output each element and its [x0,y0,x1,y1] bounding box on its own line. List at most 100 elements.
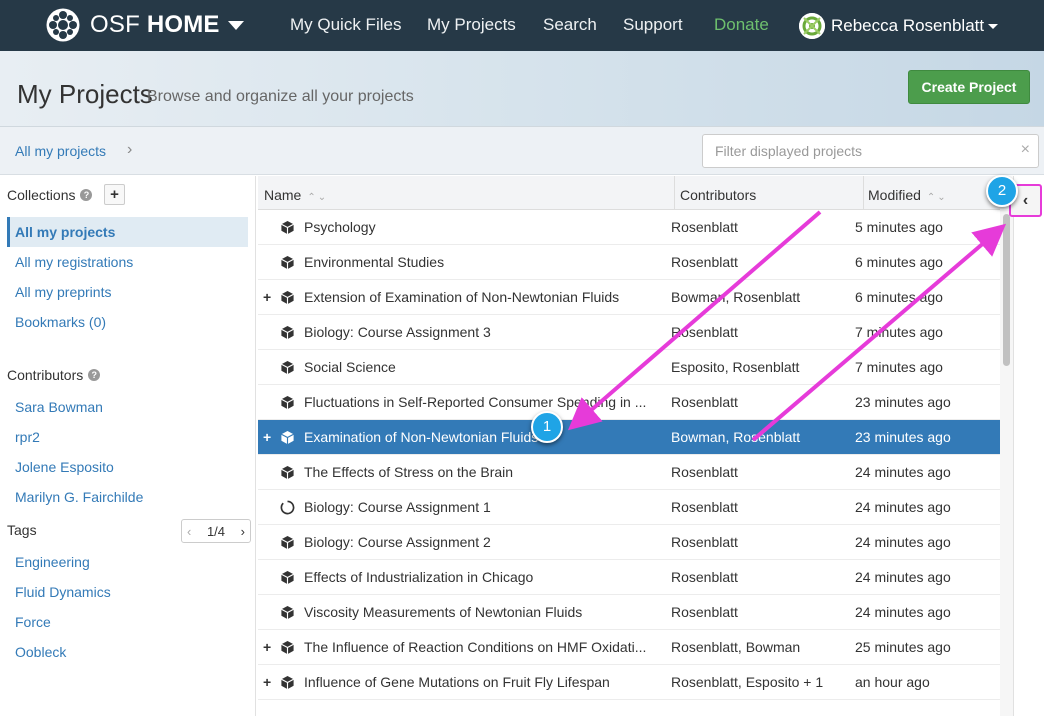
project-cube-icon [280,605,295,620]
tag-item[interactable]: Force [7,607,248,637]
sort-icon[interactable]: ⌃⌄ [307,192,328,203]
filter-projects-field[interactable]: Filter displayed projects × [702,134,1039,168]
tag-item[interactable]: Fluid Dynamics [7,577,248,607]
sidebar-item-all-registrations[interactable]: All my registrations [7,247,248,277]
project-name[interactable]: Social Science [304,359,664,375]
table-row[interactable]: Biology: Course Assignment 3 Rosenblatt 7 … [258,315,1000,350]
nav-donate[interactable]: Donate [714,15,769,35]
sidebar-item-bookmarks[interactable]: Bookmarks (0) [7,307,248,337]
table-row[interactable]: + Examination of Non-Newtonian Fluids Bowm… [258,420,1000,455]
contributors-label: Contributors [7,367,84,383]
breadcrumb[interactable]: All my projects [15,143,106,159]
project-name[interactable]: Psychology [304,219,664,235]
step-callout-2: 2 [986,175,1018,207]
osf-logo-icon [46,8,80,42]
collections-label: Collections [7,187,76,203]
caret-down-icon [227,20,244,30]
caret-down-icon [988,23,999,29]
help-icon[interactable]: ? [80,189,93,201]
project-name[interactable]: Effects of Industrialization in Chicago [304,569,664,585]
project-contributors: Rosenblatt [671,604,738,620]
expand-icon[interactable]: + [263,674,271,690]
collections-heading: Collections ? [7,187,93,203]
table-row[interactable]: Social Science Esposito, Rosenblatt 7 minu… [258,350,1000,385]
table-row[interactable]: + Influence of Gene Mutations on Fruit Fl… [258,665,1000,700]
project-name[interactable]: Examination of Non-Newtonian Fluids [304,429,664,445]
sort-icon[interactable]: ⌃⌄ [927,192,948,203]
column-header-name[interactable]: Name ⌃⌄ [264,187,328,203]
contributor-item[interactable]: Sara Bowman [7,392,248,422]
tag-item[interactable]: Engineering [7,547,248,577]
table-row[interactable]: The Effects of Stress on the Brain Rosenb… [258,455,1000,490]
osf-home-menu[interactable]: OSF HOME [46,8,244,42]
contributor-item[interactable]: Jolene Esposito [7,452,248,482]
table-row[interactable]: Effects of Industrialization in Chicago R… [258,560,1000,595]
table-row[interactable]: + Extension of Examination of Non-Newtoni… [258,280,1000,315]
chevron-left-icon[interactable]: ‹ [187,524,191,539]
chevron-right-icon[interactable]: › [241,524,245,539]
tag-item[interactable]: Oobleck [7,637,248,667]
nav-search[interactable]: Search [543,15,597,35]
expand-icon[interactable]: + [263,429,271,445]
project-name[interactable]: The Effects of Stress on the Brain [304,464,664,480]
filter-input[interactable]: Filter displayed projects [715,143,862,159]
project-modified: 24 minutes ago [855,534,951,550]
nav-my-quick-files[interactable]: My Quick Files [290,15,401,35]
column-header-contributors: Contributors [680,187,757,203]
tags-pager: ‹ 1/4 › [181,519,251,543]
contributor-item[interactable]: rpr2 [7,422,248,452]
project-contributors: Rosenblatt, Esposito + 1 [671,674,824,690]
brand-name: OSF HOME [90,11,220,38]
contributor-item[interactable]: Marilyn G. Fairchilde [7,482,248,512]
nav-support[interactable]: Support [623,15,683,35]
project-name[interactable]: Fluctuations in Self-Reported Consumer S… [304,394,664,410]
table-header: Name ⌃⌄ Contributors Modified ⌃⌄ [258,176,1000,210]
project-contributors: Rosenblatt [671,394,738,410]
clear-icon[interactable]: × [1021,141,1030,159]
avatar [799,13,825,39]
table-row[interactable]: Biology: Course Assignment 1 Rosenblatt 24… [258,490,1000,525]
project-name[interactable]: Biology: Course Assignment 2 [304,534,664,550]
project-contributors: Rosenblatt, Bowman [671,639,801,655]
sidebar-item-all-preprints[interactable]: All my preprints [7,277,248,307]
project-cube-icon [280,255,295,270]
table-row[interactable]: Biology: Course Assignment 2 Rosenblatt 24… [258,525,1000,560]
tags-page-label: 1/4 [206,523,226,539]
nav-my-projects[interactable]: My Projects [427,15,516,35]
project-name[interactable]: Viscosity Measurements of Newtonian Flui… [304,604,664,620]
project-modified: 25 minutes ago [855,639,951,655]
expand-icon[interactable]: + [263,289,271,305]
project-name[interactable]: Biology: Course Assignment 1 [304,499,664,515]
project-modified: 24 minutes ago [855,464,951,480]
scrollbar[interactable] [1000,210,1013,716]
column-header-modified[interactable]: Modified ⌃⌄ [868,187,948,203]
project-name[interactable]: Extension of Examination of Non-Newtonia… [304,289,664,305]
help-icon[interactable]: ? [88,369,101,381]
project-cube-icon [280,535,295,550]
project-name[interactable]: The Influence of Reaction Conditions on … [304,639,664,655]
project-name[interactable]: Environmental Studies [304,254,664,270]
project-name[interactable]: Biology: Course Assignment 3 [304,324,664,340]
tags-label: Tags [7,522,37,538]
project-modified: 6 minutes ago [855,254,943,270]
table-row[interactable]: Fluctuations in Self-Reported Consumer S… [258,385,1000,420]
user-menu[interactable]: Rebecca Rosenblatt [799,12,999,40]
project-contributors: Rosenblatt [671,324,738,340]
table-row[interactable]: + The Influence of Reaction Conditions on… [258,630,1000,665]
table-row[interactable]: Viscosity Measurements of Newtonian Flui… [258,595,1000,630]
project-modified: 24 minutes ago [855,499,951,515]
create-project-button[interactable]: Create Project [908,70,1030,104]
project-contributors: Esposito, Rosenblatt [671,359,800,375]
scrollbar-thumb[interactable] [1003,214,1010,366]
project-modified: 5 minutes ago [855,219,943,235]
sidebar-item-all-projects[interactable]: All my projects [7,217,248,247]
project-modified: 23 minutes ago [855,429,951,445]
project-name[interactable]: Influence of Gene Mutations on Fruit Fly… [304,674,664,690]
table-row[interactable]: Environmental Studies Rosenblatt 6 minutes… [258,245,1000,280]
add-collection-button[interactable]: + [104,184,125,205]
expand-icon[interactable]: + [263,639,271,655]
project-modified: 24 minutes ago [855,604,951,620]
project-cube-icon [280,675,295,690]
tags-heading: Tags [7,522,37,538]
table-row[interactable]: Psychology Rosenblatt 5 minutes ago [258,210,1000,245]
